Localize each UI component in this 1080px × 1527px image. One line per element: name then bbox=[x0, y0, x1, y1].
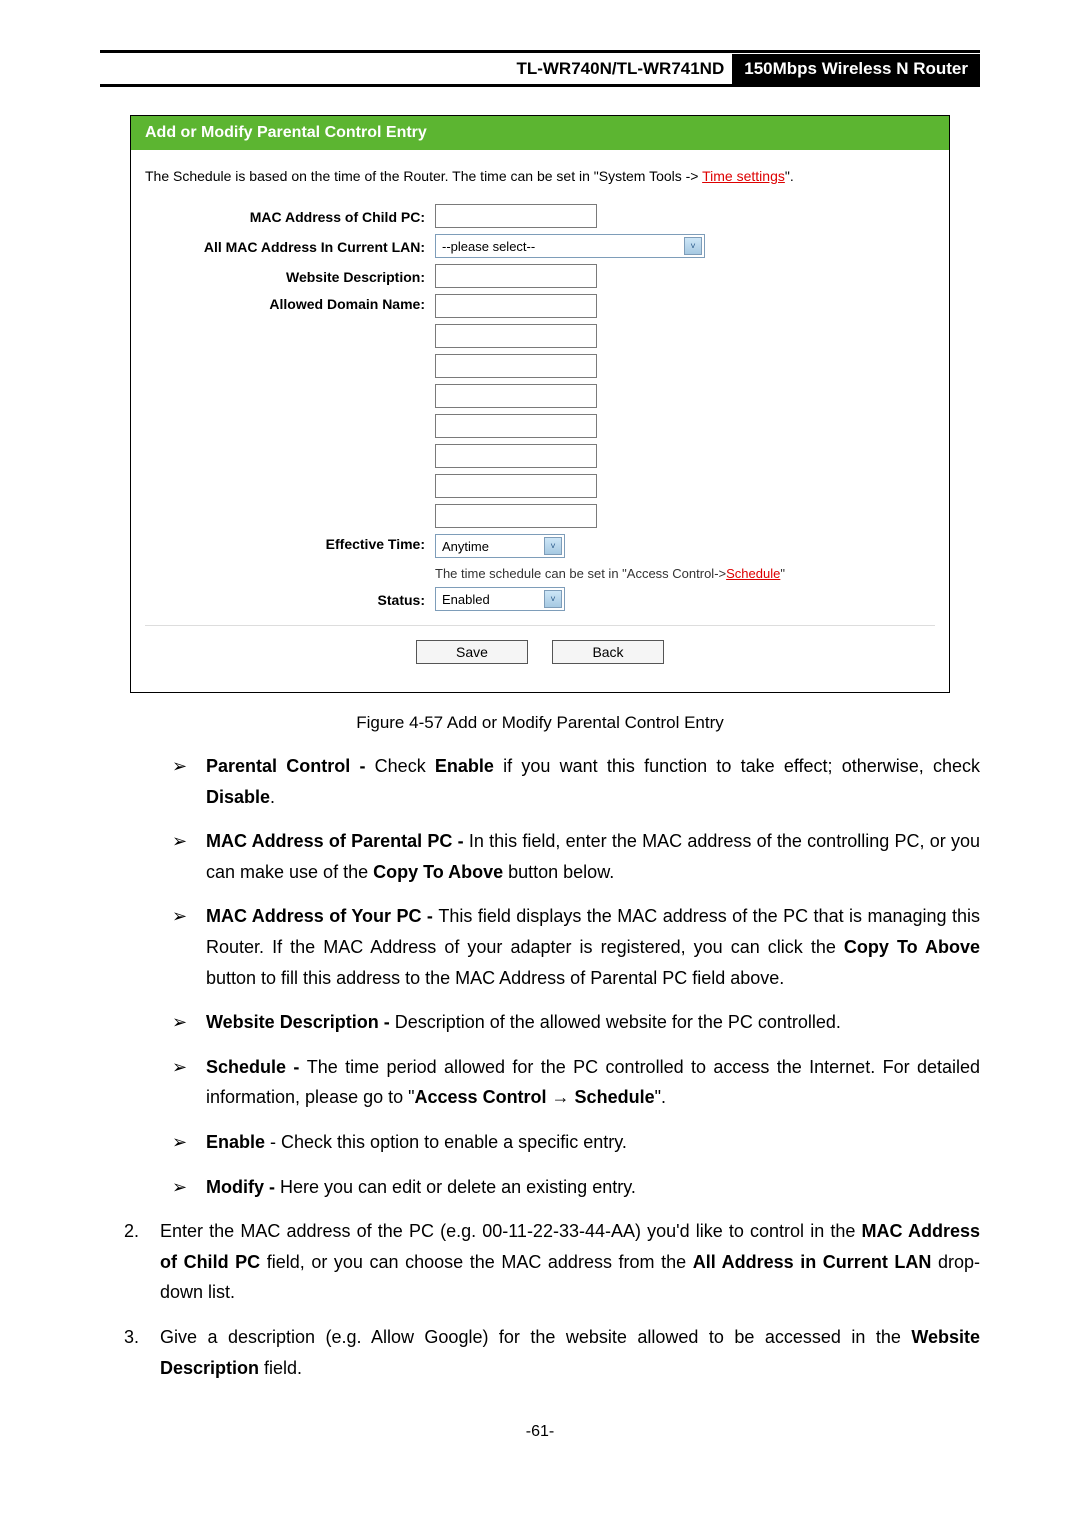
header-title: 150Mbps Wireless N Router bbox=[732, 54, 980, 84]
label-allowed-domain: Allowed Domain Name: bbox=[145, 294, 435, 312]
page-header: TL-WR740N/TL-WR741ND 150Mbps Wireless N … bbox=[100, 54, 980, 87]
time-settings-link[interactable]: Time settings bbox=[702, 168, 785, 184]
hint-pre: The time schedule can be set in "Access … bbox=[435, 566, 726, 581]
list-item: Modify - Here you can edit or delete an … bbox=[172, 1172, 980, 1203]
effective-time-hint: The time schedule can be set in "Access … bbox=[435, 566, 785, 581]
chevron-down-icon: ˅ bbox=[684, 237, 702, 255]
all-mac-select[interactable]: --please select-- ˅ bbox=[435, 234, 705, 258]
status-value: Enabled bbox=[442, 592, 490, 607]
label-effective-time: Effective Time: bbox=[145, 534, 435, 552]
list-item: Enable - Check this option to enable a s… bbox=[172, 1127, 980, 1158]
effective-time-select[interactable]: Anytime ˅ bbox=[435, 534, 565, 558]
list-item: MAC Address of Your PC - This field disp… bbox=[172, 901, 980, 993]
domain-input-4[interactable] bbox=[435, 384, 597, 408]
panel-title: Add or Modify Parental Control Entry bbox=[131, 116, 949, 150]
list-item: Website Description - Description of the… bbox=[172, 1007, 980, 1038]
all-mac-select-value: --please select-- bbox=[442, 239, 535, 254]
domain-input-2[interactable] bbox=[435, 324, 597, 348]
feature-list: Parental Control - Check Enable if you w… bbox=[100, 751, 980, 1202]
domain-input-1[interactable] bbox=[435, 294, 597, 318]
hint-post: " bbox=[780, 566, 785, 581]
label-mac-child: MAC Address of Child PC: bbox=[145, 207, 435, 225]
domain-input-6[interactable] bbox=[435, 444, 597, 468]
step-list: Enter the MAC address of the PC (e.g. 00… bbox=[100, 1216, 980, 1383]
list-item: Parental Control - Check Enable if you w… bbox=[172, 751, 980, 812]
website-desc-input[interactable] bbox=[435, 264, 597, 288]
schedule-link[interactable]: Schedule bbox=[726, 566, 780, 581]
domain-input-5[interactable] bbox=[435, 414, 597, 438]
chevron-down-icon: ˅ bbox=[544, 537, 562, 555]
header-model: TL-WR740N/TL-WR741ND bbox=[100, 54, 732, 84]
note-text-post: ". bbox=[785, 168, 794, 184]
mac-child-input[interactable] bbox=[435, 204, 597, 228]
list-item: MAC Address of Parental PC - In this fie… bbox=[172, 826, 980, 887]
schedule-note: The Schedule is based on the time of the… bbox=[145, 156, 935, 204]
save-button[interactable]: Save bbox=[416, 640, 528, 664]
label-all-mac: All MAC Address In Current LAN: bbox=[145, 237, 435, 255]
chevron-down-icon: ˅ bbox=[544, 590, 562, 608]
figure-caption: Figure 4-57 Add or Modify Parental Contr… bbox=[100, 713, 980, 733]
list-item: Schedule - The time period allowed for t… bbox=[172, 1052, 980, 1113]
domain-input-8[interactable] bbox=[435, 504, 597, 528]
page-number: -61- bbox=[100, 1423, 980, 1441]
domain-input-3[interactable] bbox=[435, 354, 597, 378]
status-select[interactable]: Enabled ˅ bbox=[435, 587, 565, 611]
back-button[interactable]: Back bbox=[552, 640, 664, 664]
label-website-desc: Website Description: bbox=[145, 267, 435, 285]
list-item: Give a description (e.g. Allow Google) f… bbox=[144, 1322, 980, 1383]
domain-input-7[interactable] bbox=[435, 474, 597, 498]
parental-control-figure: Add or Modify Parental Control Entry The… bbox=[130, 115, 950, 693]
list-item: Enter the MAC address of the PC (e.g. 00… bbox=[144, 1216, 980, 1308]
effective-time-value: Anytime bbox=[442, 539, 489, 554]
label-status: Status: bbox=[145, 590, 435, 608]
note-text-pre: The Schedule is based on the time of the… bbox=[145, 168, 702, 184]
